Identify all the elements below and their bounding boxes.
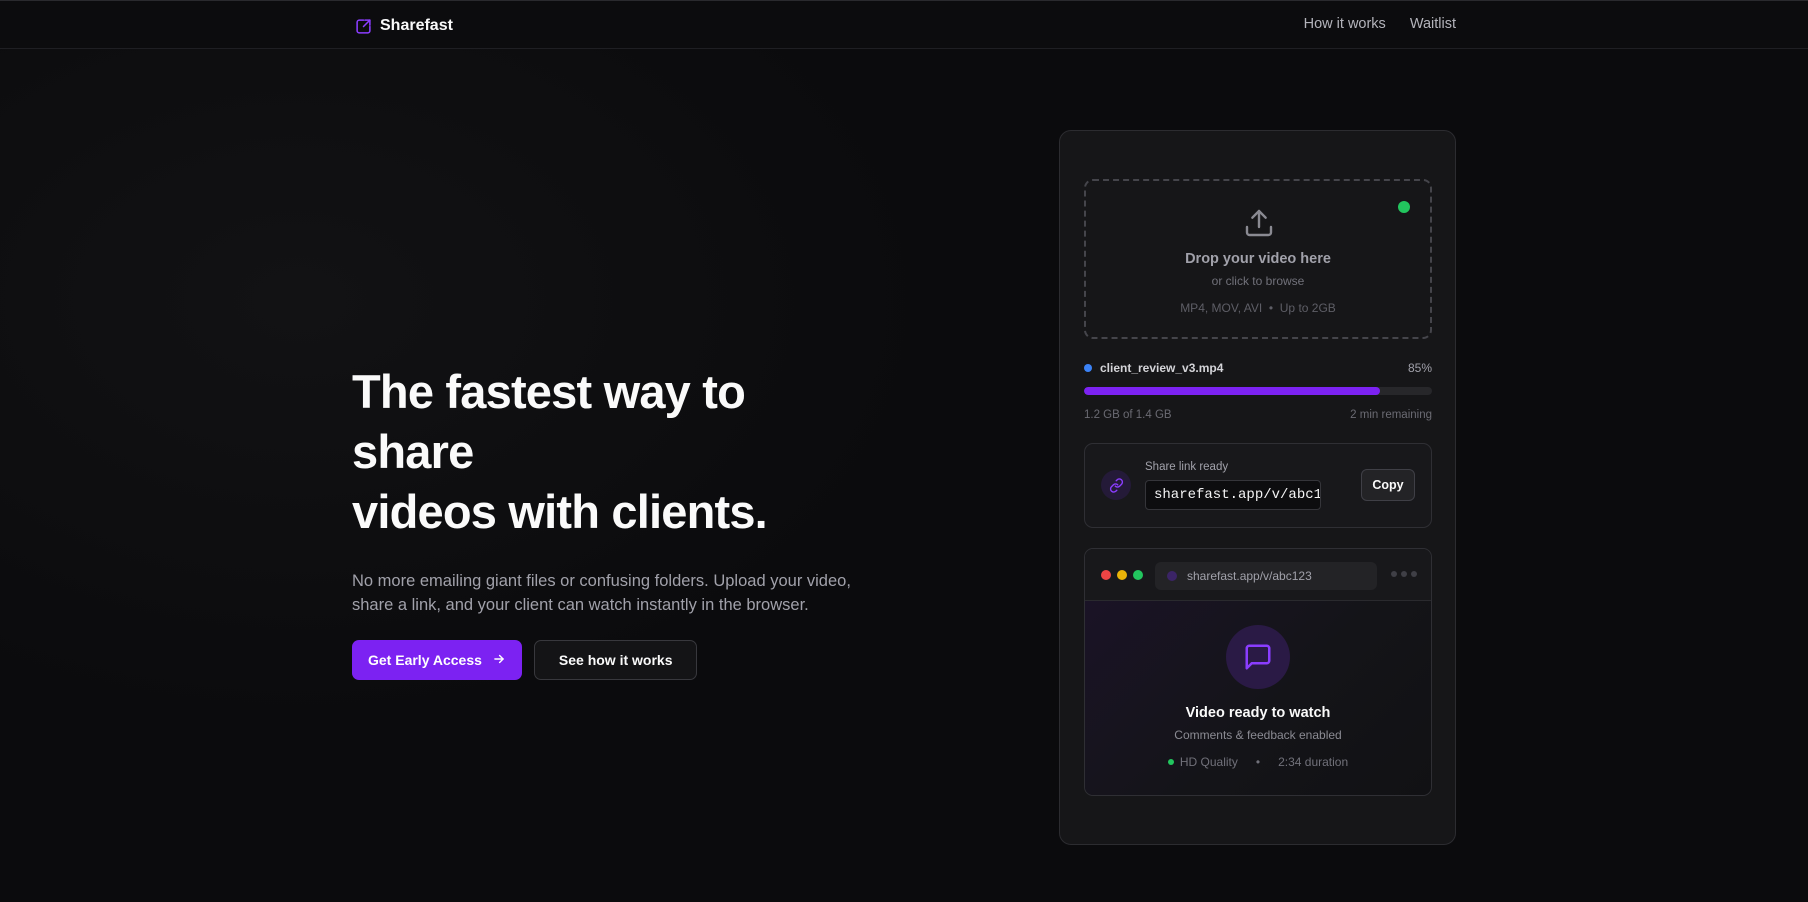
browser-bar: sharefast.app/v/abc123	[1085, 549, 1431, 601]
window-minimize-dot	[1117, 570, 1127, 580]
hero-description: No more emailing giant files or confusin…	[352, 572, 851, 614]
brand-name: Sharefast	[380, 17, 453, 34]
upload-demo-card: Drop your video here or click to browse …	[1059, 130, 1456, 845]
client-preview-window: sharefast.app/v/abc123 Video ready to wa…	[1084, 548, 1432, 796]
status-dot	[1398, 201, 1410, 213]
get-early-access-label: Get Early Access	[368, 652, 482, 668]
video-ready-subtitle: Comments & feedback enabled	[1174, 728, 1342, 742]
nav-links: How it works Waitlist	[1304, 16, 1456, 32]
video-duration: 2:34 duration	[1278, 755, 1349, 769]
brand-logo[interactable]: Sharefast	[355, 16, 453, 36]
dropzone-formats: MP4, MOV, AVI	[1180, 301, 1263, 315]
hero-title: The fastest way to share videos with cli…	[352, 362, 872, 542]
video-ready-title: Video ready to watch	[1185, 705, 1331, 721]
nav-link-how-it-works[interactable]: How it works	[1304, 16, 1386, 32]
window-close-dot	[1101, 570, 1111, 580]
hero-title-line-2: videos with clients.	[352, 485, 768, 538]
upload-file-row: client_review_v3.mp4 85%	[1084, 361, 1432, 377]
hero-title-line-1: The fastest way to share	[352, 365, 746, 478]
external-link-square-icon	[355, 18, 372, 35]
quality-dot	[1167, 759, 1174, 765]
message-square-icon	[1226, 625, 1290, 689]
copy-button[interactable]: Copy	[1361, 469, 1415, 501]
top-nav: Sharefast How it works Waitlist	[0, 0, 1808, 49]
dropzone-limit: Up to 2GB	[1279, 301, 1336, 315]
upload-icon	[1243, 207, 1275, 239]
get-early-access-button[interactable]: Get Early Access	[352, 640, 522, 680]
share-link-box: Share link ready sharefast.app/v/abc123 …	[1084, 443, 1432, 528]
cta-row: Get Early Access See how it works	[352, 640, 872, 680]
share-link-label: Share link ready	[1145, 461, 1229, 473]
file-status-dot	[1084, 364, 1092, 372]
preview-body: Video ready to watch Comments & feedback…	[1085, 601, 1431, 795]
upload-remaining: 2 min remaining	[1350, 409, 1432, 421]
dropzone-title: Drop your video here	[1185, 251, 1331, 267]
link-icon	[1101, 470, 1131, 500]
share-link-url[interactable]: sharefast.app/v/abc123	[1145, 480, 1321, 510]
upload-progress-bar	[1084, 387, 1432, 395]
file-name: client_review_v3.mp4	[1100, 361, 1224, 375]
address-bar: sharefast.app/v/abc123	[1155, 562, 1377, 590]
favicon-icon	[1167, 571, 1177, 581]
arrow-right-icon	[492, 652, 506, 669]
window-maximize-dot	[1133, 570, 1143, 580]
video-quality: HD Quality	[1179, 755, 1238, 769]
video-dropzone[interactable]: Drop your video here or click to browse …	[1084, 179, 1432, 339]
upload-size-row: 1.2 GB of 1.4 GB 2 min remaining	[1084, 409, 1432, 421]
dropzone-subtitle: or click to browse	[1211, 274, 1305, 288]
meta-separator: •	[1255, 755, 1261, 769]
dropzone-meta: MP4, MOV, AVI • Up to 2GB	[1086, 301, 1430, 315]
upload-size: 1.2 GB of 1.4 GB	[1084, 409, 1172, 421]
dropzone-separator: •	[1268, 301, 1274, 315]
upload-progress-fill	[1084, 387, 1380, 395]
see-how-it-works-button[interactable]: See how it works	[533, 640, 698, 680]
upload-percent: 85%	[1407, 361, 1432, 375]
address-bar-url: sharefast.app/v/abc123	[1187, 569, 1312, 583]
nav-link-waitlist[interactable]: Waitlist	[1410, 16, 1456, 32]
video-meta: HD Quality • 2:34 duration	[1085, 755, 1431, 769]
more-options-icon	[1391, 571, 1417, 577]
hero-section: The fastest way to share videos with cli…	[352, 362, 872, 680]
